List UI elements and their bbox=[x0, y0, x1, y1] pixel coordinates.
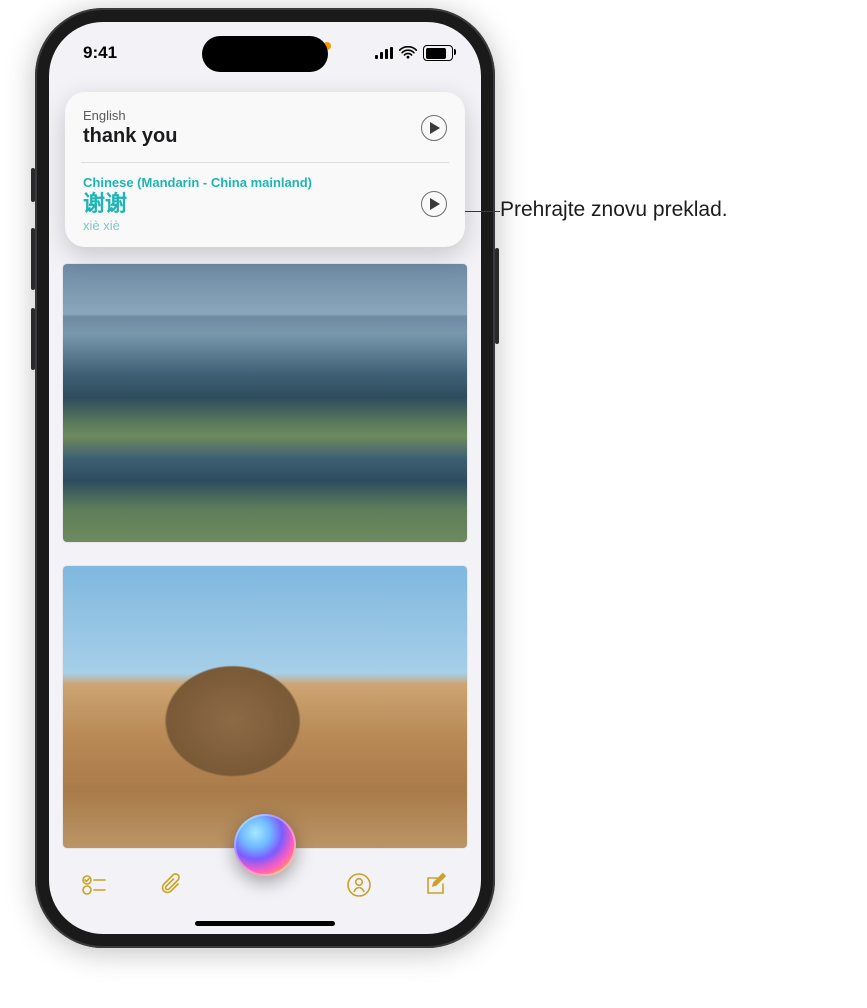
play-icon bbox=[430, 198, 440, 210]
siri-translation-card: English thank you Chinese (Mandarin - Ch… bbox=[65, 92, 465, 247]
wifi-icon bbox=[399, 46, 417, 60]
compose-icon bbox=[423, 872, 449, 898]
iphone-frame: 9:41 bbox=[35, 8, 495, 948]
checklist-icon bbox=[81, 872, 107, 898]
target-romanization: xiè xiè bbox=[83, 218, 312, 233]
translation-target: Chinese (Mandarin - China mainland) 谢谢 x… bbox=[83, 175, 312, 233]
source-language-label: English bbox=[83, 108, 177, 123]
cellular-signal-icon bbox=[375, 47, 393, 59]
figure-stage: 9:41 bbox=[0, 0, 867, 1008]
screen: 9:41 bbox=[49, 22, 481, 934]
person-circle-icon bbox=[346, 872, 372, 898]
volume-up-button bbox=[31, 228, 35, 290]
target-language-label: Chinese (Mandarin - China mainland) bbox=[83, 175, 312, 190]
home-indicator[interactable] bbox=[195, 921, 335, 926]
volume-down-button bbox=[31, 308, 35, 370]
play-translation-button[interactable] bbox=[421, 191, 447, 217]
side-button bbox=[495, 248, 499, 344]
attachment-button[interactable] bbox=[157, 870, 187, 900]
paperclip-icon bbox=[159, 872, 185, 898]
status-time: 9:41 bbox=[83, 43, 117, 63]
photo-river bbox=[63, 264, 467, 542]
status-right-cluster bbox=[375, 45, 453, 61]
compose-button[interactable] bbox=[421, 870, 451, 900]
ring-switch bbox=[31, 168, 35, 202]
translation-source-row: English thank you bbox=[83, 108, 447, 148]
callout-label: Prehrajte znovu preklad. bbox=[500, 198, 728, 222]
source-phrase: thank you bbox=[83, 125, 177, 148]
mention-button[interactable] bbox=[344, 870, 374, 900]
translation-target-row: Chinese (Mandarin - China mainland) 谢谢 x… bbox=[83, 175, 447, 233]
siri-orb[interactable] bbox=[234, 814, 296, 876]
play-source-button[interactable] bbox=[421, 115, 447, 141]
checklist-button[interactable] bbox=[79, 870, 109, 900]
translation-source: English thank you bbox=[83, 108, 177, 148]
target-phrase: 谢谢 bbox=[83, 192, 312, 216]
battery-icon bbox=[423, 45, 453, 61]
card-divider bbox=[81, 162, 449, 163]
dynamic-island bbox=[202, 36, 328, 72]
play-icon bbox=[430, 122, 440, 134]
photo-desert-arch bbox=[63, 566, 467, 848]
